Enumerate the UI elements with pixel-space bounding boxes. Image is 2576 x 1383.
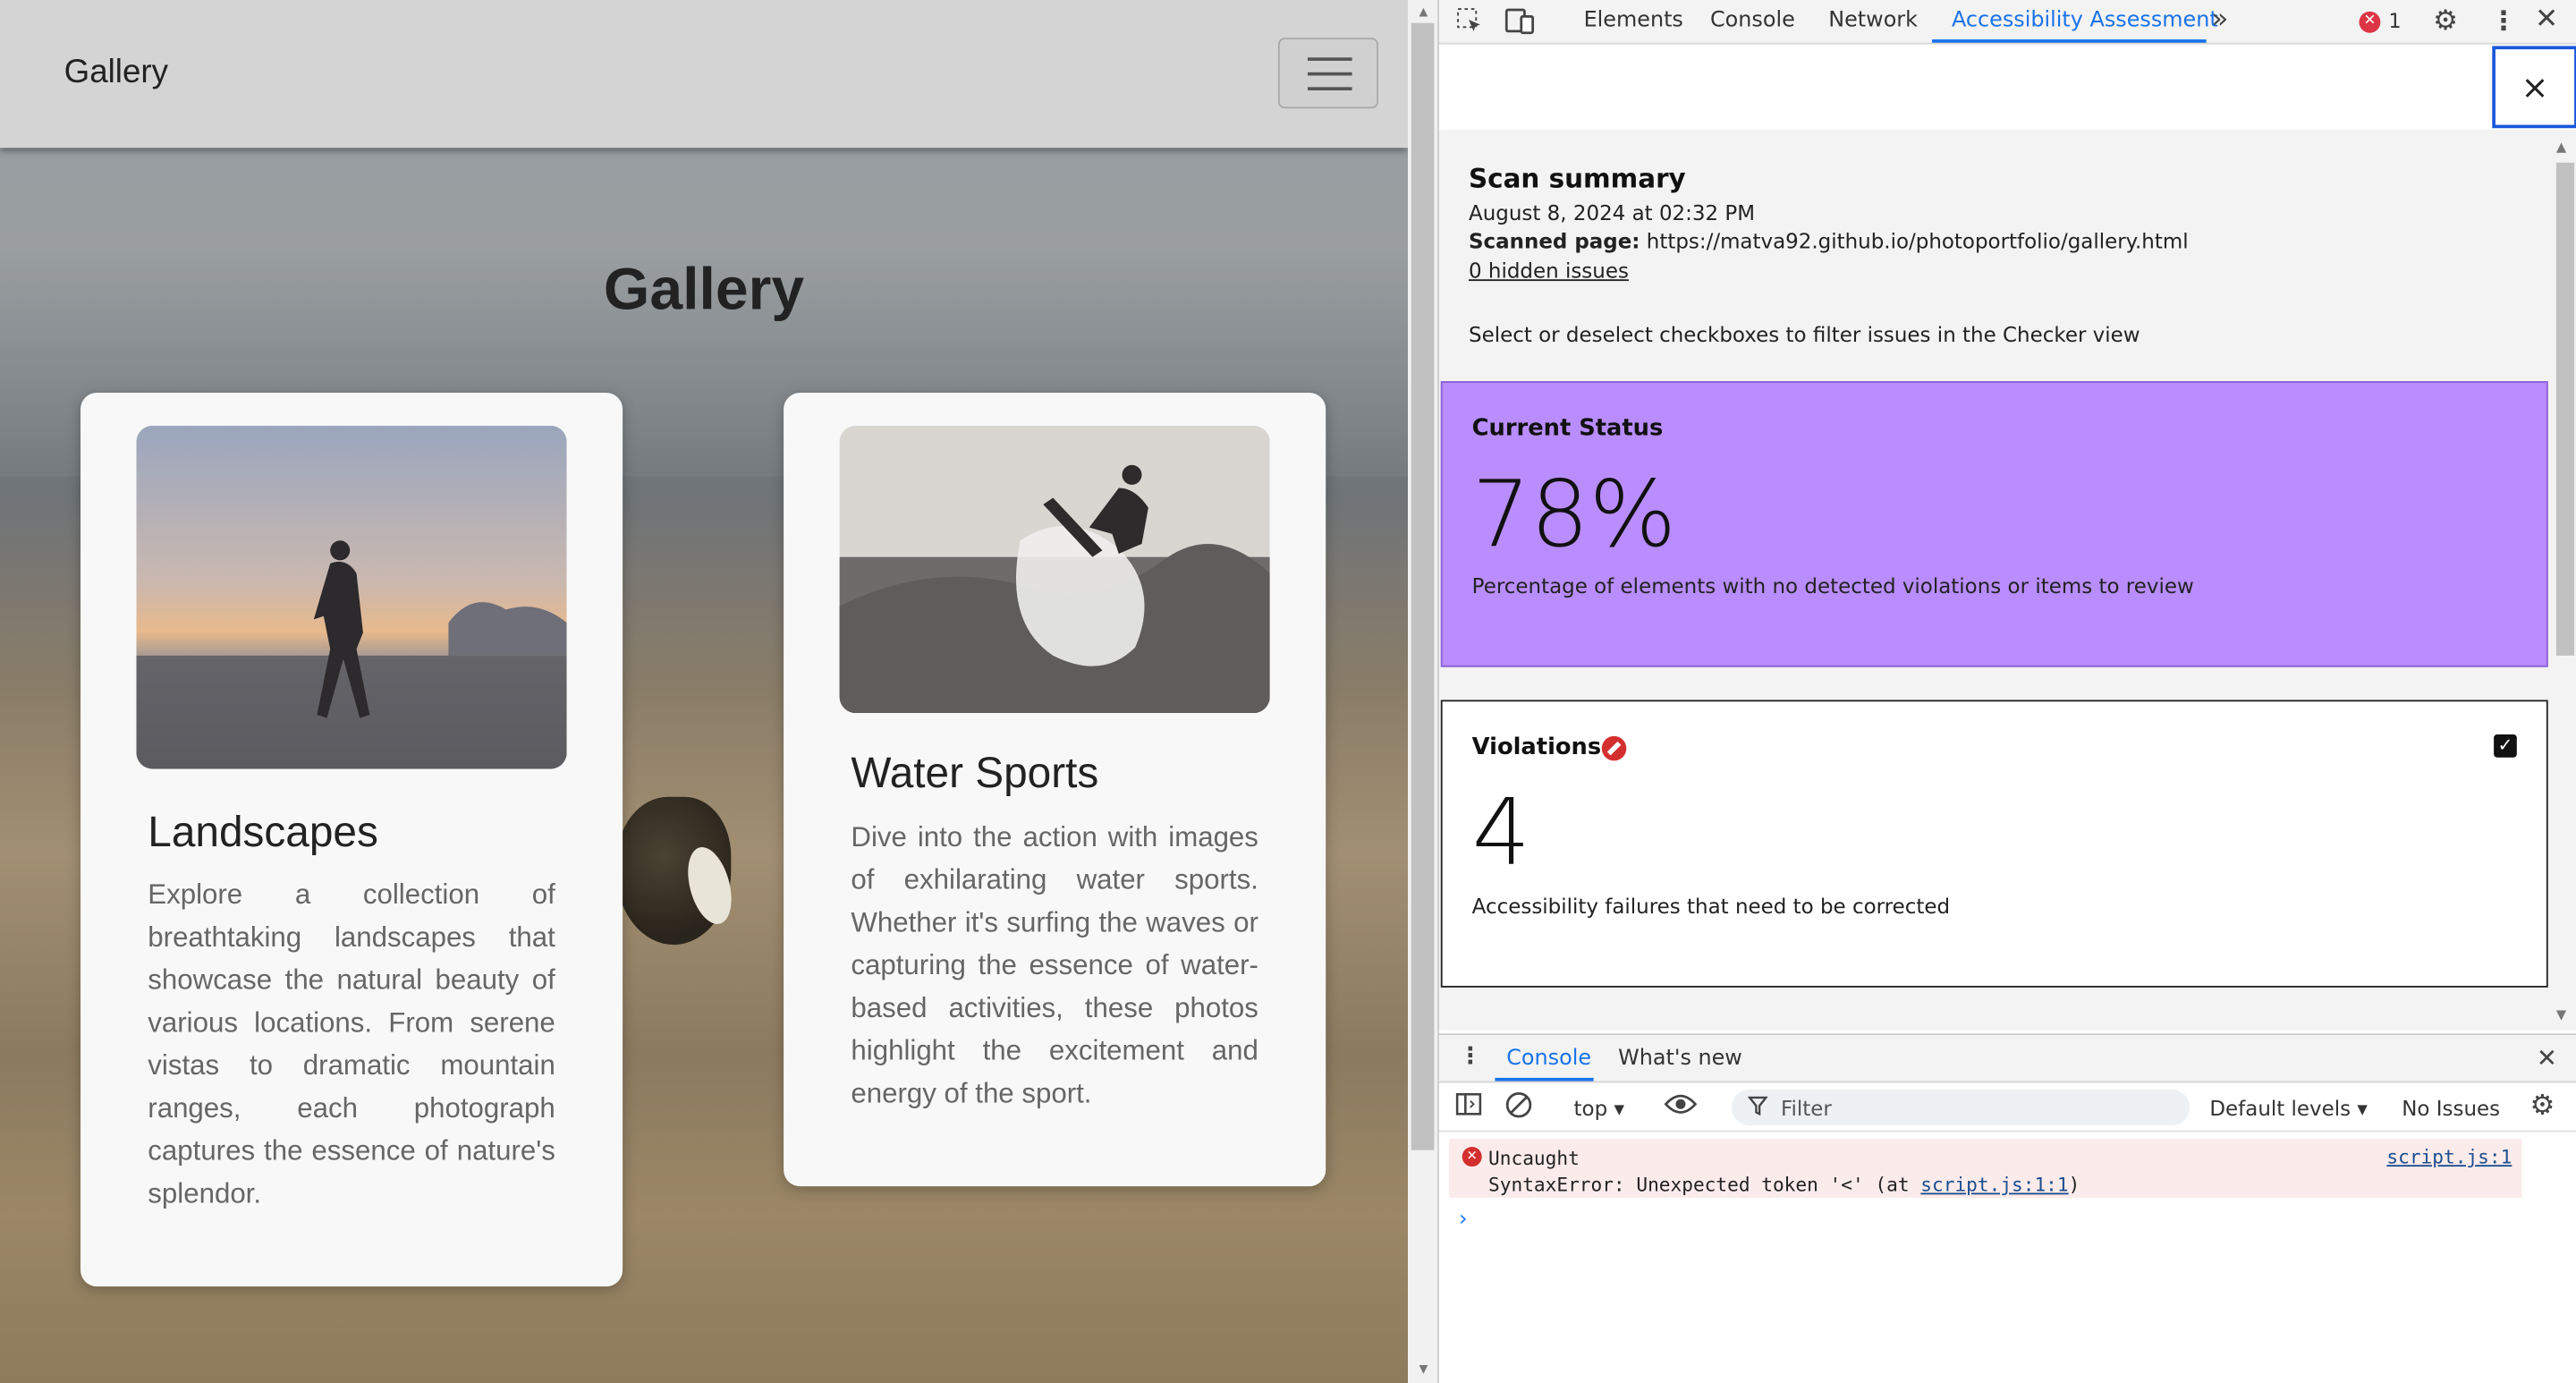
page-scrollbar[interactable]: ▲ ▼: [1408, 0, 1438, 1383]
drawer-tabs: ⋮ Console What's new ✕: [1438, 1035, 2576, 1083]
scroll-up-arrow-icon[interactable]: ▲: [2556, 140, 2566, 155]
inspect-element-icon[interactable]: [1455, 6, 1483, 41]
log-levels-dropdown[interactable]: Default levels ▾: [2209, 1096, 2368, 1121]
chevron-double-right-icon[interactable]: »: [2211, 4, 2228, 37]
gallery-card-water-sports[interactable]: Water Sports Dive into the action with i…: [784, 392, 1326, 1187]
current-status-card: Current Status 78% Percentage of element…: [1440, 381, 2548, 667]
scanned-page-url: https://matva92.github.io/photoportfolio…: [1646, 228, 2189, 253]
settings-gear-icon[interactable]: ⚙: [2433, 5, 2458, 38]
close-drawer-icon[interactable]: ✕: [2537, 1043, 2557, 1073]
error-detail: SyntaxError: Unexpected token '<' (at sc…: [1488, 1173, 2080, 1196]
error-source-link[interactable]: script.js:1: [2386, 1145, 2512, 1168]
console-filter-input[interactable]: Filter: [1731, 1089, 2190, 1126]
current-status-description: Percentage of elements with no detected …: [1471, 573, 2194, 598]
live-expression-eye-icon[interactable]: [1664, 1090, 1698, 1125]
drawer-active-tab-indicator: [1495, 1077, 1594, 1082]
hamburger-icon: [1308, 57, 1352, 61]
hamburger-icon-bar: [1308, 87, 1352, 91]
devtools-toolbar: Elements Console Network Accessibility A…: [1438, 0, 2576, 45]
violations-title: Violations: [1471, 734, 1602, 761]
gallery-card-landscapes[interactable]: Landscapes Explore a collection of breat…: [80, 392, 623, 1287]
filter-placeholder: Filter: [1780, 1096, 1832, 1121]
panel-scrollbar[interactable]: ▲ ▼: [2553, 140, 2576, 1030]
navbar: Gallery: [0, 0, 1409, 148]
scroll-up-arrow-icon[interactable]: ▲: [1416, 4, 1430, 20]
violations-checkbox[interactable]: ✓: [2494, 734, 2517, 758]
scanned-page: Scanned page: https://matva92.github.io/…: [1469, 228, 2189, 253]
error-detail-suffix: ): [2068, 1173, 2080, 1197]
card-description: Explore a collection of breathtaking lan…: [148, 878, 555, 1209]
device-toolbar-icon[interactable]: [1504, 6, 1535, 41]
card-description: Dive into the action with images of exhi…: [851, 821, 1258, 1109]
scroll-down-arrow-icon[interactable]: ▼: [1416, 1361, 1430, 1377]
accessibility-assessment-panel: × Scan summary August 8, 2024 at 02:32 P…: [1438, 44, 2576, 1031]
console-settings-gear-icon[interactable]: ⚙: [2530, 1090, 2555, 1123]
page-title: Gallery: [603, 254, 805, 322]
filter-instructions: Select or deselect checkboxes to filter …: [1469, 321, 2140, 347]
error-icon: ✕: [1462, 1147, 1482, 1167]
drawer-tab-console[interactable]: Console: [1506, 1047, 1591, 1072]
surfing-photo: [839, 425, 1270, 714]
close-devtools-icon[interactable]: ✕: [2535, 4, 2558, 37]
devtools-panel: Elements Console Network Accessibility A…: [1437, 0, 2576, 1383]
page-scrollbar-thumb[interactable]: [1411, 22, 1435, 1150]
sidebar-toggle-icon[interactable]: [1455, 1091, 1482, 1124]
close-icon[interactable]: ×: [2492, 46, 2576, 129]
panel-header: ×: [1438, 44, 2576, 131]
tab-elements[interactable]: Elements: [1584, 8, 1683, 33]
error-detail-prefix: SyntaxError: Unexpected token '<' (at: [1488, 1173, 1921, 1197]
panel-scrollbar-thumb[interactable]: [2555, 162, 2575, 656]
current-status-title: Current Status: [1471, 415, 1664, 443]
card-title: Water Sports: [851, 747, 1099, 797]
drawer-menu-icon[interactable]: ⋮: [1459, 1043, 1482, 1069]
hidden-issues-link[interactable]: 0 hidden issues: [1469, 258, 1629, 283]
filter-funnel-icon: [1747, 1094, 1768, 1124]
violation-blocked-icon: [1601, 735, 1627, 761]
clear-console-icon[interactable]: [1504, 1091, 1532, 1126]
more-options-icon[interactable]: ⋮: [2490, 5, 2516, 37]
context-selector-value: top: [1573, 1096, 1608, 1121]
console-error-message: ✕ Uncaught SyntaxError: Unexpected token…: [1448, 1138, 2522, 1198]
violations-description: Accessibility failures that need to be c…: [1471, 894, 1951, 919]
log-levels-value: Default levels: [2209, 1096, 2351, 1121]
error-location-link[interactable]: script.js:1:1: [1920, 1173, 2068, 1196]
scanned-page-label: Scanned page:: [1469, 228, 1640, 253]
current-status-value: 78%: [1471, 462, 1677, 569]
landscape-photo: [136, 425, 567, 769]
scan-date: August 8, 2024 at 02:32 PM: [1469, 200, 1756, 225]
tab-accessibility-assessment[interactable]: Accessibility Assessment: [1952, 8, 2218, 33]
error-icon[interactable]: ✕: [2359, 11, 2381, 33]
active-tab-indicator: [1931, 39, 2207, 43]
website-viewport: Gallery Gallery Landscapes Explore a col…: [0, 0, 1409, 1383]
console-prompt[interactable]: ›: [1459, 1208, 1468, 1233]
violations-count: 4: [1471, 780, 1531, 887]
scroll-down-arrow-icon[interactable]: ▼: [2556, 1007, 2566, 1022]
violations-card[interactable]: Violations ✓ 4 Accessibility failures th…: [1440, 700, 2548, 988]
tab-console[interactable]: Console: [1710, 8, 1795, 33]
card-title: Landscapes: [148, 806, 378, 856]
hamburger-icon-bar: [1308, 72, 1352, 76]
console-drawer: ⋮ Console What's new ✕ top ▾ Filter Defa…: [1438, 1033, 2576, 1383]
menu-toggle-button[interactable]: [1277, 38, 1378, 109]
navbar-brand[interactable]: Gallery: [64, 55, 168, 92]
console-toolbar: top ▾ Filter Default levels ▾ No Issues …: [1438, 1082, 2576, 1133]
scan-summary-title: Scan summary: [1469, 162, 1686, 194]
error-count[interactable]: 1: [2389, 10, 2402, 33]
drawer-tab-whats-new[interactable]: What's new: [1618, 1047, 1742, 1072]
issues-counter[interactable]: No Issues: [2402, 1096, 2500, 1121]
tab-network[interactable]: Network: [1828, 8, 1918, 33]
error-title: Uncaught: [1488, 1147, 1580, 1170]
context-selector[interactable]: top ▾: [1574, 1096, 1624, 1121]
